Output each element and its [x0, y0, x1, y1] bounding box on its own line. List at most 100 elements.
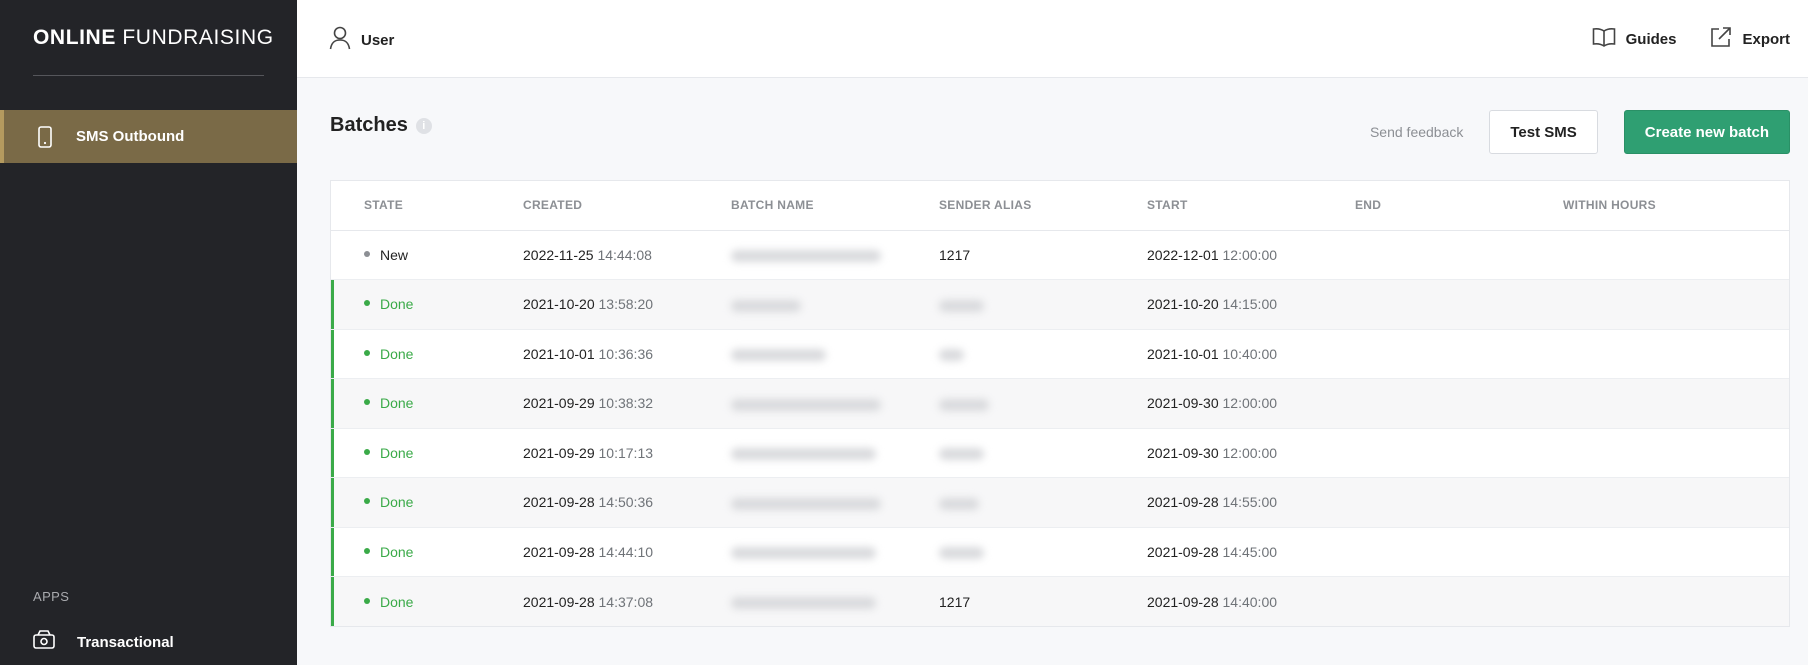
cell-sender-alias [939, 477, 1147, 528]
cell-end [1355, 477, 1563, 528]
guides-link[interactable]: Guides [1592, 27, 1676, 51]
status-badge: Done [364, 296, 523, 312]
cell-state: Done [331, 527, 523, 577]
main-content: Batches i Send feedback Test SMS Create … [330, 110, 1790, 627]
status-dot-icon [364, 597, 370, 604]
cell-end [1355, 428, 1563, 478]
sidebar-item-label: Transactional [77, 634, 174, 651]
status-dot-icon [364, 349, 370, 356]
cell-within-hours [1563, 329, 1789, 379]
column-header-state[interactable]: STATE [331, 181, 523, 231]
brand-divider [33, 75, 264, 76]
column-header-within-hours[interactable]: WITHIN HOURS [1563, 181, 1789, 231]
table-row[interactable]: New 2022-11-25 14:44:08 1217 2022-12-01 12:… [331, 230, 1789, 280]
cell-sender-alias [939, 378, 1147, 429]
redacted-sender-alias [939, 497, 979, 510]
status-dot-icon [364, 547, 370, 554]
send-feedback-link[interactable]: Send feedback [1370, 124, 1463, 140]
cell-sender-alias: 1217 [939, 593, 971, 610]
cell-created: 2022-11-25 14:44:08 [523, 230, 731, 280]
sidebar-item-transactional[interactable]: Transactional [33, 630, 174, 655]
export-link[interactable]: Export [1710, 26, 1790, 52]
book-icon [1592, 27, 1616, 51]
cell-end [1355, 329, 1563, 379]
cell-state: Done [331, 329, 523, 379]
status-dot-icon [364, 448, 370, 455]
cell-sender-alias: 1217 [939, 230, 1147, 280]
apps-heading: APPS [33, 589, 70, 604]
status-dot-icon [364, 498, 370, 505]
cell-start: 2021-10-20 14:15:00 [1147, 279, 1355, 330]
table-row[interactable]: Done 2021-09-29 10:17:13 2021-09-30 12:00:… [331, 428, 1789, 478]
status-badge: Done [364, 594, 523, 610]
table-row[interactable]: Done 2021-10-01 10:36:36 2021-10-01 10:40:… [331, 329, 1789, 379]
redacted-sender-alias [939, 398, 989, 411]
redacted-batch-name [731, 349, 826, 362]
cell-start: 2021-09-28 14:45:00 [1147, 527, 1355, 577]
export-icon [1710, 26, 1732, 52]
cell-sender-alias [939, 527, 1147, 577]
cell-batch-name [731, 329, 939, 379]
test-sms-button[interactable]: Test SMS [1489, 110, 1598, 154]
cell-batch-name [731, 577, 939, 627]
redacted-batch-name [731, 448, 876, 461]
cell-within-hours [1563, 577, 1789, 627]
cell-batch-name [731, 527, 939, 577]
info-icon[interactable]: i [415, 117, 432, 134]
cell-start: 2021-09-28 14:40:00 [1147, 593, 1278, 610]
topbar: User Guides Export [297, 0, 1808, 78]
status-badge: Done [364, 395, 523, 411]
cell-created: 2021-09-28 14:44:10 [523, 527, 731, 577]
redacted-batch-name [731, 299, 801, 312]
cell-created: 2021-10-20 13:58:20 [523, 279, 731, 330]
table-row[interactable]: Done 2021-09-28 14:50:36 2021-09-28 14:55:… [331, 477, 1789, 528]
table-header-row: STATE CREATED BATCH NAME SENDER ALIAS ST… [331, 181, 1789, 231]
sidebar: ONLINE FUNDRAISING SMS Outbound APPS Tra… [0, 0, 297, 665]
status-dot-icon [364, 399, 370, 406]
cell-sender-alias [939, 428, 1147, 478]
table-row[interactable]: Done 2021-09-29 10:38:32 2021-09-30 12:00:… [331, 378, 1789, 429]
cell-created: 2021-09-29 10:17:13 [523, 428, 731, 478]
cell-state: Done [331, 378, 523, 429]
cell-state: Done [331, 279, 523, 330]
status-dot-icon [364, 250, 370, 257]
redacted-batch-name [731, 547, 876, 560]
cell-created: 2021-10-01 10:36:36 [523, 329, 731, 379]
create-new-batch-button[interactable]: Create new batch [1623, 110, 1790, 154]
cell-batch-name [731, 378, 939, 429]
cell-end [1355, 527, 1563, 577]
cell-within-hours [1563, 428, 1789, 478]
cell-created: 2021-09-29 10:38:32 [523, 378, 731, 429]
table-row[interactable]: Done 2021-10-20 13:58:20 2021-10-20 14:15:… [331, 279, 1789, 330]
redacted-sender-alias [939, 349, 964, 362]
user-label: User [361, 32, 395, 49]
sidebar-item-label: SMS Outbound [76, 128, 185, 145]
batches-table: STATE CREATED BATCH NAME SENDER ALIAS ST… [330, 180, 1790, 627]
cell-start: 2021-09-30 12:00:00 [1147, 378, 1355, 429]
status-badge: New [364, 247, 523, 263]
cell-state: Done [331, 577, 523, 627]
column-header-sender-alias[interactable]: SENDER ALIAS [939, 181, 1147, 231]
user-icon [329, 26, 351, 55]
user-menu[interactable]: User [329, 26, 394, 55]
cell-start: 2021-10-01 10:40:00 [1147, 329, 1355, 379]
table-row[interactable]: Done 2021-09-28 14:37:08 1217 2021-09-28 14… [331, 576, 1789, 627]
redacted-batch-name [731, 398, 881, 411]
brand-logo[interactable]: ONLINE FUNDRAISING [33, 26, 274, 50]
cell-within-hours [1563, 279, 1789, 330]
cell-batch-name [731, 279, 939, 330]
cell-within-hours [1563, 477, 1789, 528]
table-row[interactable]: Done 2021-09-28 14:44:10 2021-09-28 14:45:… [331, 527, 1789, 577]
column-header-created[interactable]: CREATED [523, 181, 731, 231]
page-title: Batches i [330, 114, 432, 137]
cell-created: 2021-09-28 14:37:08 [523, 593, 654, 610]
column-header-batch-name[interactable]: BATCH NAME [731, 181, 939, 231]
cell-batch-name [731, 230, 939, 280]
column-header-end[interactable]: END [1355, 181, 1563, 231]
redacted-sender-alias [939, 547, 984, 560]
sidebar-item-sms-outbound[interactable]: SMS Outbound [0, 110, 297, 163]
mobile-phone-icon [36, 125, 54, 148]
column-header-start[interactable]: START [1147, 181, 1355, 231]
status-dot-icon [364, 300, 370, 307]
money-icon [33, 630, 55, 655]
